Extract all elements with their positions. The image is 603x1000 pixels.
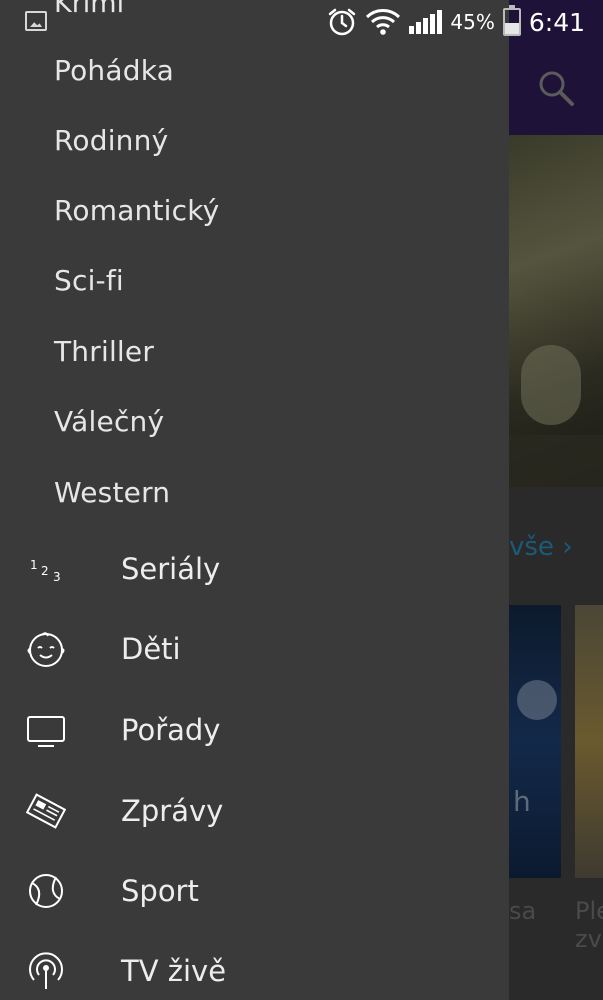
genre-item-western[interactable]: Western bbox=[54, 476, 170, 509]
movie-poster-card[interactable]: h bbox=[509, 605, 561, 878]
baby-face-icon bbox=[26, 629, 66, 669]
clock: 6:41 bbox=[528, 7, 585, 37]
battery-percent: 45% bbox=[450, 10, 495, 34]
signal-icon bbox=[409, 10, 443, 34]
broadcast-icon bbox=[26, 951, 66, 991]
drawer-item-label: Děti bbox=[121, 632, 181, 666]
svg-text:1: 1 bbox=[30, 558, 38, 572]
numbers-icon: 123 bbox=[26, 549, 66, 589]
svg-text:3: 3 bbox=[53, 570, 61, 584]
card-title: sa bbox=[509, 897, 537, 925]
drawer-item-zpravy[interactable]: Zprávy bbox=[0, 771, 509, 851]
drawer-item-label: Pořady bbox=[121, 713, 221, 747]
drawer-item-label: Sport bbox=[121, 874, 199, 908]
drawer-item-porady[interactable]: Pořady bbox=[0, 690, 509, 770]
genre-item-sci-fi[interactable]: Sci-fi bbox=[54, 264, 124, 297]
movie-poster-card[interactable] bbox=[575, 605, 603, 878]
drawer-item-serialy[interactable]: 123 Seriály bbox=[0, 529, 509, 609]
genre-item-pohadka[interactable]: Pohádka bbox=[54, 54, 174, 87]
ball-icon bbox=[26, 871, 66, 911]
navigation-drawer: Krimi Pohádka Rodinný Romantický Sci-fi … bbox=[0, 0, 509, 1000]
search-icon[interactable] bbox=[536, 68, 576, 108]
drawer-item-sport[interactable]: Sport bbox=[0, 851, 509, 931]
genre-item-rodinny[interactable]: Rodinný bbox=[54, 124, 168, 157]
drawer-item-tv-zive[interactable]: TV živě bbox=[0, 931, 509, 1000]
genre-item-romanticky[interactable]: Romantický bbox=[54, 194, 219, 227]
featured-banner[interactable] bbox=[509, 135, 603, 487]
wifi-icon bbox=[365, 8, 401, 36]
battery-icon bbox=[502, 5, 521, 36]
drawer-item-deti[interactable]: Děti bbox=[0, 609, 509, 689]
genre-item-valecny[interactable]: Válečný bbox=[54, 405, 164, 438]
svg-text:2: 2 bbox=[41, 564, 49, 578]
tv-icon bbox=[26, 710, 66, 750]
alarm-icon bbox=[327, 7, 357, 37]
drawer-item-label: Seriály bbox=[121, 552, 221, 586]
genre-item-thriller[interactable]: Thriller bbox=[54, 335, 154, 368]
drawer-item-label: Zprávy bbox=[121, 794, 224, 828]
newspaper-icon bbox=[26, 791, 66, 831]
status-bar: 45% 6:41 bbox=[0, 0, 603, 44]
card-title: Ple zv bbox=[575, 897, 603, 953]
see-all-link[interactable]: vše › bbox=[509, 532, 573, 562]
image-notification-icon bbox=[25, 11, 47, 31]
drawer-item-label: TV živě bbox=[121, 954, 227, 988]
